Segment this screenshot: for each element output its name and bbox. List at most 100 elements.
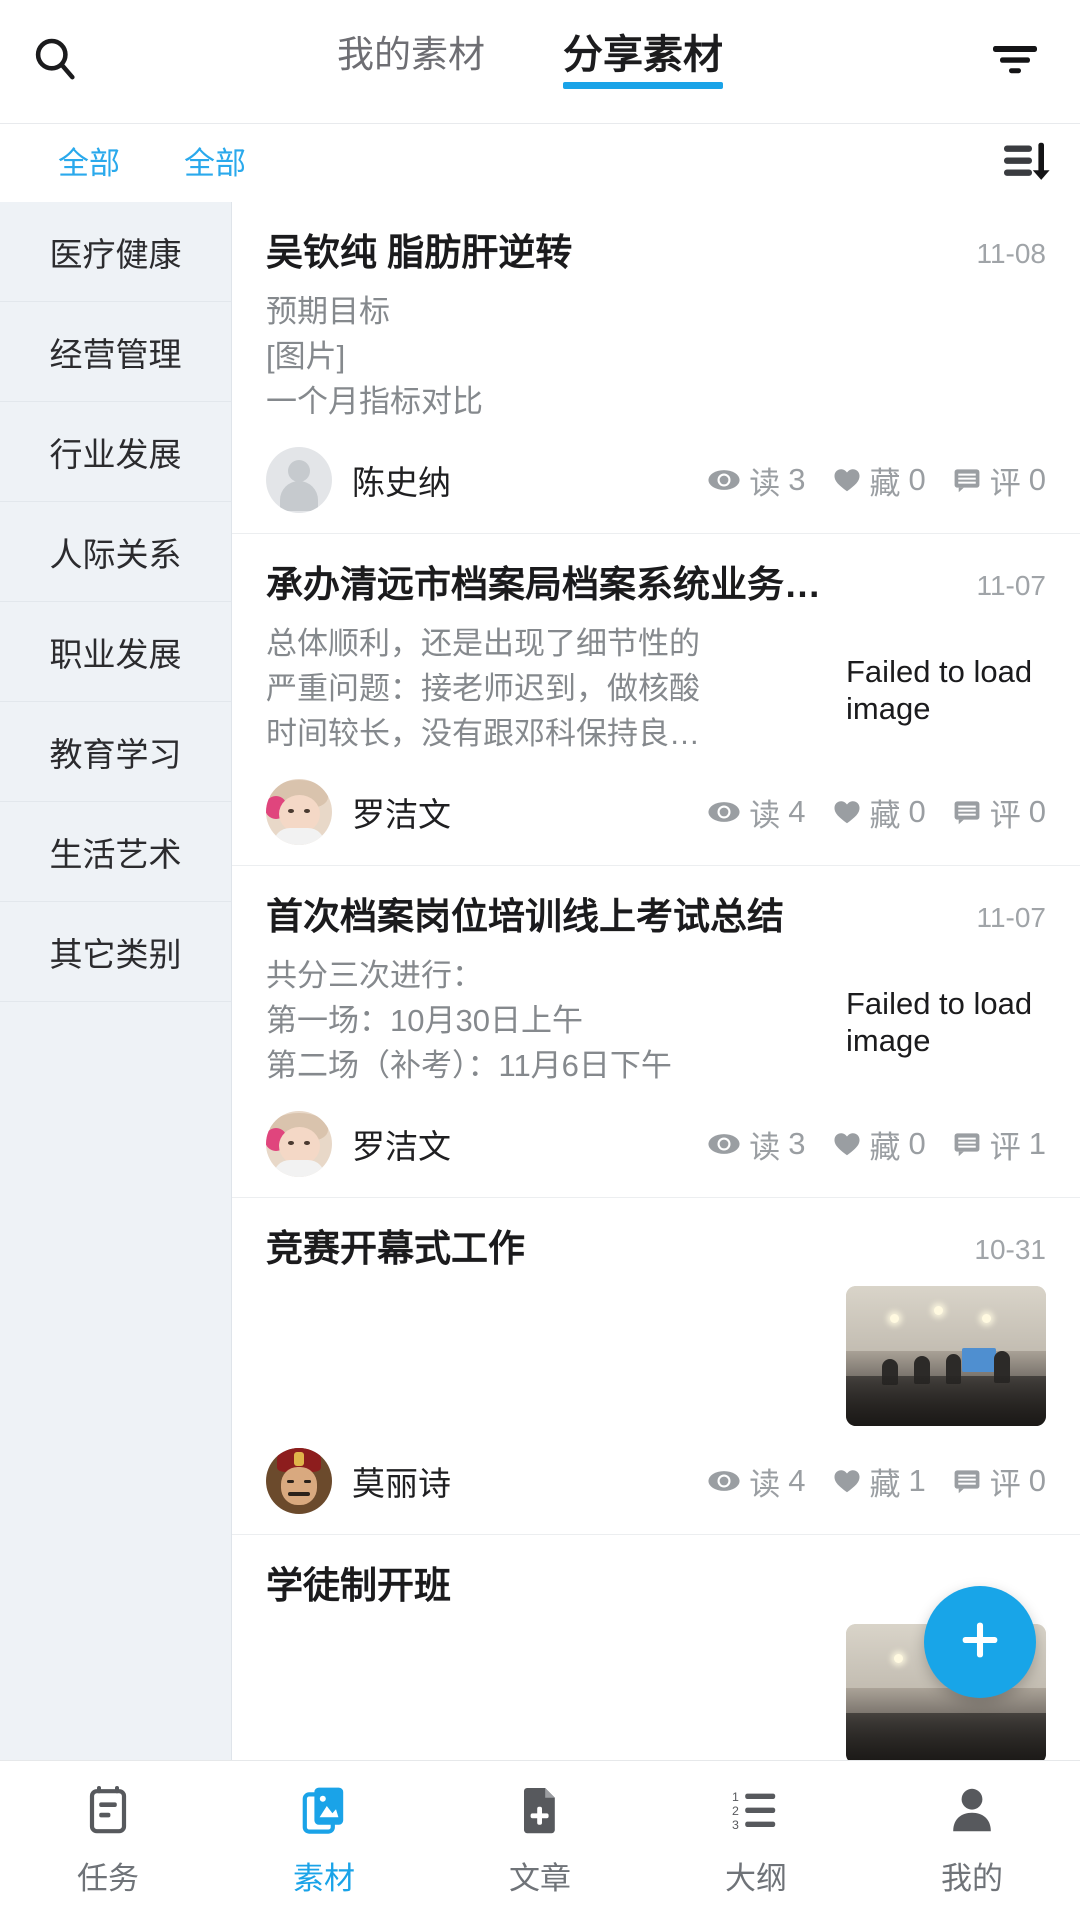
nav-item-label: 文章: [509, 1860, 571, 1896]
nav-item-tasks[interactable]: 任务: [0, 1784, 216, 1898]
card-author[interactable]: 陈史纳: [266, 447, 451, 514]
filter-button[interactable]: [950, 0, 1080, 123]
comment-count: 1: [1028, 1126, 1046, 1162]
comment-label: 评: [989, 1466, 1021, 1502]
sidebar-item-career-development[interactable]: 职业发展: [0, 602, 231, 702]
read-label: 读: [749, 797, 781, 833]
card-author[interactable]: 莫丽诗: [266, 1448, 451, 1515]
card-stats: 读 3 藏 0: [707, 1122, 1046, 1167]
card-author[interactable]: 罗洁文: [266, 779, 451, 846]
status-badge-comment: 评 1: [952, 1122, 1046, 1167]
card-summary: 共分三次进行： 第一场：10月30日上午 第二场（补考）：11月6日下午: [266, 954, 828, 1089]
sidebar-item-industry-development[interactable]: 行业发展: [0, 402, 231, 502]
filter-bar: 全部 全部: [0, 124, 1080, 202]
search-button[interactable]: [0, 0, 110, 123]
add-material-button[interactable]: [924, 1586, 1036, 1698]
sort-button[interactable]: [1000, 136, 1054, 191]
status-badge-comment: 评 0: [952, 790, 1046, 835]
plus-icon: [954, 1614, 1006, 1671]
card-body: 预期目标 [图片] 一个月指标对比: [266, 290, 1046, 425]
author-name: 罗洁文: [352, 1128, 451, 1166]
filter-icon: [987, 35, 1043, 88]
card-header: 承办清远市档案局档案系统业务… 11-07: [266, 562, 1046, 608]
favorite-label: 藏: [869, 1466, 901, 1502]
card-title: 首次档案岗位培训线上考试总结: [266, 896, 784, 938]
status-badge-comment: 评 0: [952, 458, 1046, 503]
card-summary-line: 一个月指标对比: [266, 384, 483, 420]
card-title: 吴钦纯 脂肪肝逆转: [266, 232, 573, 273]
app-root: 我的素材 分享素材 全部 全部 医疗健康 经营管理 行业发展 人际关系 职业发展…: [0, 0, 1080, 1920]
category-sidebar[interactable]: 医疗健康 经营管理 行业发展 人际关系 职业发展 教育学习 生活艺术 其它类别: [0, 202, 232, 1760]
card-summary-line: 严重问题：接老师迟到，做核酸: [266, 671, 700, 707]
status-badge-favorite: 藏 0: [832, 458, 926, 503]
status-badge-read: 读 3: [707, 1122, 806, 1167]
sidebar-item-other[interactable]: 其它类别: [0, 902, 231, 1002]
nav-item-materials[interactable]: 素材: [216, 1784, 432, 1898]
svg-text:1: 1: [732, 1790, 739, 1804]
card-stats: 读 4 藏 1 评 0: [707, 1459, 1046, 1504]
sidebar-item-business-management[interactable]: 经营管理: [0, 302, 231, 402]
favorite-count: 0: [908, 462, 926, 498]
card-summary-line: [图片]: [266, 339, 346, 375]
sidebar-item-medical-health[interactable]: 医疗健康: [0, 202, 231, 302]
read-count: 3: [788, 1126, 806, 1162]
table-row[interactable]: 首次档案岗位培训线上考试总结 11-07 共分三次进行： 第一场：10月30日上…: [232, 866, 1080, 1199]
filter-chip-category-label: 全部: [58, 145, 120, 181]
read-count: 4: [788, 1463, 806, 1499]
sidebar-item-label: 行业发展: [49, 435, 182, 473]
favorite-label: 藏: [869, 465, 901, 501]
svg-text:2: 2: [732, 1804, 739, 1818]
card-thumbnail: Failed to load image: [846, 954, 1046, 1089]
filter-chip-category[interactable]: 全部: [58, 148, 120, 179]
card-body: 总体顺利，还是出现了细节性的 严重问题：接老师迟到，做核酸 时间较长，没有跟邓科…: [266, 622, 1046, 757]
bottom-navigation: 任务 素材 文章 1 2 3 大纲 我的: [0, 1760, 1080, 1920]
card-author[interactable]: 罗洁文: [266, 1111, 451, 1178]
card-title: 学徒制开班: [266, 1565, 451, 1607]
table-row[interactable]: 竞赛开幕式工作 10-31 莫丽诗 读 4 藏 1 评 0: [232, 1198, 1080, 1536]
comment-count: 0: [1028, 1463, 1046, 1499]
sidebar-empty-space: [0, 1002, 231, 1760]
tab-my-materials-label: 我的素材: [337, 34, 485, 75]
card-date: 11-08: [976, 238, 1046, 269]
nav-item-profile[interactable]: 我的: [864, 1784, 1080, 1898]
sidebar-item-label: 其它类别: [49, 935, 182, 973]
nav-item-articles[interactable]: 文章: [432, 1784, 648, 1898]
favorite-label: 藏: [869, 1129, 901, 1165]
card-body: 共分三次进行： 第一场：10月30日上午 第二场（补考）：11月6日下午 Fai…: [266, 954, 1046, 1089]
table-row[interactable]: 承办清远市档案局档案系统业务… 11-07 总体顺利，还是出现了细节性的 严重问…: [232, 534, 1080, 867]
card-summary-line: 时间较长，没有跟邓科保持良…: [266, 716, 700, 752]
sidebar-item-label: 医疗健康: [49, 235, 182, 273]
comment-count: 0: [1028, 462, 1046, 498]
card-header: 吴钦纯 脂肪肝逆转 11-08: [266, 230, 1046, 276]
nav-item-outline[interactable]: 1 2 3 大纲: [648, 1784, 864, 1898]
sidebar-item-education-learning[interactable]: 教育学习: [0, 702, 231, 802]
sort-descending-icon: [1000, 136, 1054, 191]
card-date: 10-31: [974, 1234, 1046, 1266]
status-badge-favorite: 藏 0: [832, 790, 926, 835]
filter-chip-secondary[interactable]: 全部: [184, 148, 246, 179]
card-thumbnail: Failed to load image: [846, 622, 1046, 757]
sidebar-item-label: 人际关系: [49, 535, 182, 573]
comment-label: 评: [989, 465, 1021, 501]
card-thumbnail[interactable]: [846, 1286, 1046, 1427]
sidebar-item-life-art[interactable]: 生活艺术: [0, 802, 231, 902]
material-feed-list[interactable]: 吴钦纯 脂肪肝逆转 11-08 预期目标 [图片] 一个月指标对比 陈史纳 读 …: [232, 202, 1080, 1760]
tab-my-materials[interactable]: 我的素材: [337, 36, 485, 87]
read-count: 4: [788, 794, 806, 830]
card-summary-line: 第一场：10月30日上午: [266, 1003, 583, 1039]
nav-item-label: 任务: [77, 1860, 139, 1896]
card-stats: 读 4 藏 0 评 0: [707, 790, 1046, 835]
comment-icon: [952, 1468, 982, 1494]
author-name: 陈史纳: [352, 464, 451, 502]
card-date: 11-07: [976, 570, 1046, 602]
top-bar: 我的素材 分享素材: [0, 0, 1080, 124]
svg-text:3: 3: [732, 1818, 739, 1832]
sidebar-item-label: 职业发展: [49, 635, 182, 673]
table-row[interactable]: 吴钦纯 脂肪肝逆转 11-08 预期目标 [图片] 一个月指标对比 陈史纳 读 …: [232, 202, 1080, 535]
document-add-icon: [515, 1784, 565, 1841]
tab-shared-materials[interactable]: 分享素材: [563, 35, 723, 89]
card-summary-line: 总体顺利，还是出现了细节性的: [266, 626, 700, 662]
sidebar-item-interpersonal[interactable]: 人际关系: [0, 502, 231, 602]
card-footer: 陈史纳 读 3 藏 0 评 0: [266, 447, 1046, 514]
read-label: 读: [749, 465, 781, 501]
